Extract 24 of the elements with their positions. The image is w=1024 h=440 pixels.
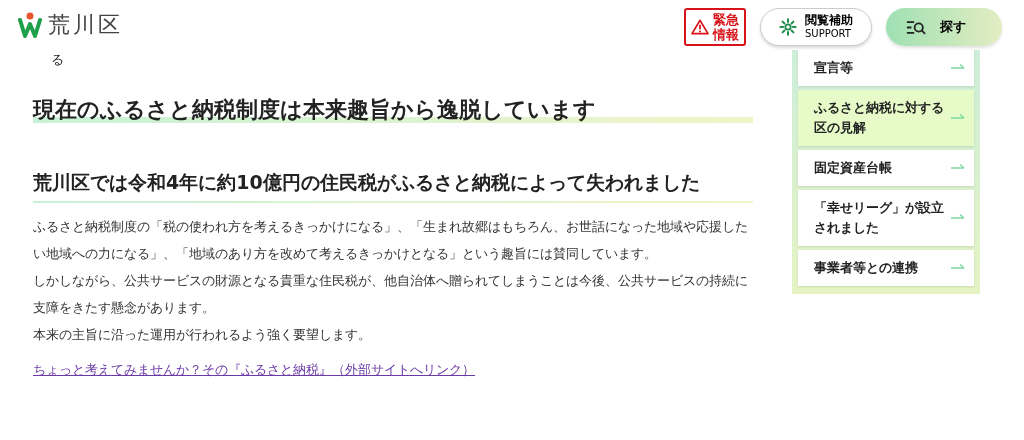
support-sublabel: SUPPORT xyxy=(805,27,851,41)
support-label: 閲覧補助 xyxy=(805,13,853,27)
search-icon xyxy=(906,19,926,35)
emergency-label: 緊急 xyxy=(713,12,739,27)
support-button[interactable]: 閲覧補助 SUPPORT xyxy=(760,8,872,46)
logo-text[interactable]: 荒川区 xyxy=(48,10,123,40)
emergency-button[interactable]: 緊急 情報 xyxy=(684,8,746,46)
sidebar-item[interactable]: 「幸せリーグ」が設立されました xyxy=(798,190,974,246)
logo-icon xyxy=(18,12,42,38)
paragraph: 本来の主旨に沿った運用が行われるよう強く要望します。 xyxy=(33,326,372,344)
warning-icon xyxy=(691,19,709,35)
section-heading: 荒川区では令和4年に約10億円の住民税がふるさと納税によって失われました xyxy=(33,170,701,195)
sidebar-item[interactable]: ふるさと納税に対する区の見解 xyxy=(798,90,974,146)
body-text: る xyxy=(51,52,65,68)
settings-icon xyxy=(779,18,797,36)
sidebar-item[interactable]: 事業者等との連携 xyxy=(798,250,974,286)
page-heading: 現在のふるさと納税制度は本来趣旨から逸脱しています xyxy=(33,96,597,124)
sidebar-item[interactable]: 固定資産台帳 xyxy=(798,150,974,186)
emergency-label: 情報 xyxy=(713,27,739,42)
paragraph: ふるさと納税制度の「税の使われ方を考えるきっかけになる」、「生まれ故郷はもちろん、お世話になった地域や応援したい地域への力になる」、「地域のあり方を改めて考えるきっかけとなる」という趣旨には賛同しています。 xyxy=(33,218,749,263)
paragraph: しかしながら、公共サービスの財源となる貴重な住民税が、他自治体へ贈られてしまうことは今後、公共サービスの持続に支障をきたす懸念があります。 xyxy=(33,272,749,317)
search-button[interactable]: 探す xyxy=(886,8,1002,46)
sidebar-item[interactable]: 宣言等 xyxy=(798,50,974,86)
external-link[interactable]: ちょっと考えてみませんか？その『ふるさと納税』（外部サイトへリンク） xyxy=(33,361,475,379)
